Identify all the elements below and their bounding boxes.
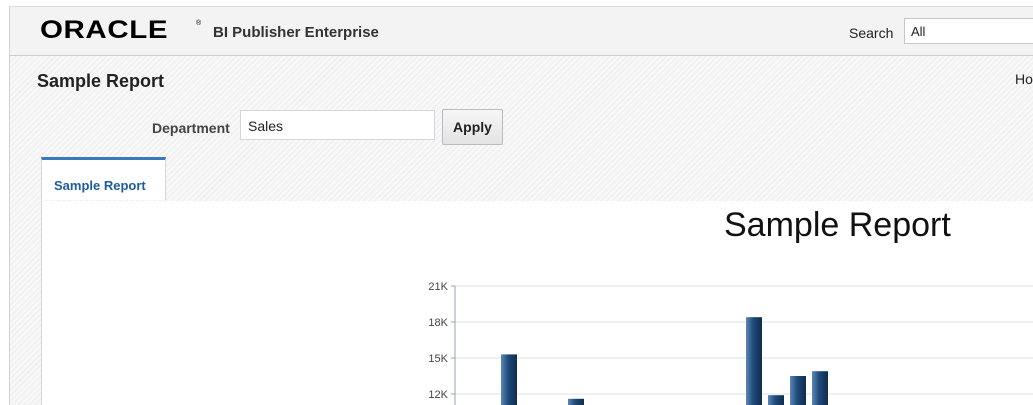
y-tick-label: 12K xyxy=(428,389,448,401)
chart-bar[interactable] xyxy=(501,354,517,405)
page-title: Sample Report xyxy=(37,71,165,91)
product-name: BI Publisher Enterprise xyxy=(213,24,379,41)
registered-mark: ® xyxy=(196,20,202,27)
search-scope-select[interactable]: All xyxy=(904,18,1033,44)
y-tick-label: 21K xyxy=(428,281,448,293)
tab-label: Sample Report xyxy=(54,178,146,193)
report-tab-strip: Sample Report xyxy=(41,157,1033,202)
department-field[interactable]: Sales xyxy=(240,110,435,140)
y-tick-label: 18K xyxy=(428,317,448,329)
home-link[interactable]: Ho xyxy=(1015,71,1033,87)
search-label: Search xyxy=(849,25,894,41)
chart-bar[interactable] xyxy=(746,317,762,405)
chart-bar[interactable] xyxy=(568,398,584,405)
chart-title: Sample Report xyxy=(724,206,951,244)
app-header: ORACLE ® BI Publisher Enterprise Search … xyxy=(10,7,1033,56)
apply-button[interactable]: Apply xyxy=(442,109,503,145)
chart-bar[interactable] xyxy=(790,376,806,405)
tab-sample-report[interactable]: Sample Report xyxy=(41,157,166,200)
y-tick-label: 15K xyxy=(428,353,448,365)
oracle-logo: ORACLE xyxy=(40,16,169,44)
report-content: 21K 18K 15K 12K Sample Report xyxy=(41,201,1033,405)
department-label: Department xyxy=(152,120,230,136)
chart-bar[interactable] xyxy=(812,371,828,405)
app-window: ORACLE ® BI Publisher Enterprise Search … xyxy=(9,6,1033,405)
